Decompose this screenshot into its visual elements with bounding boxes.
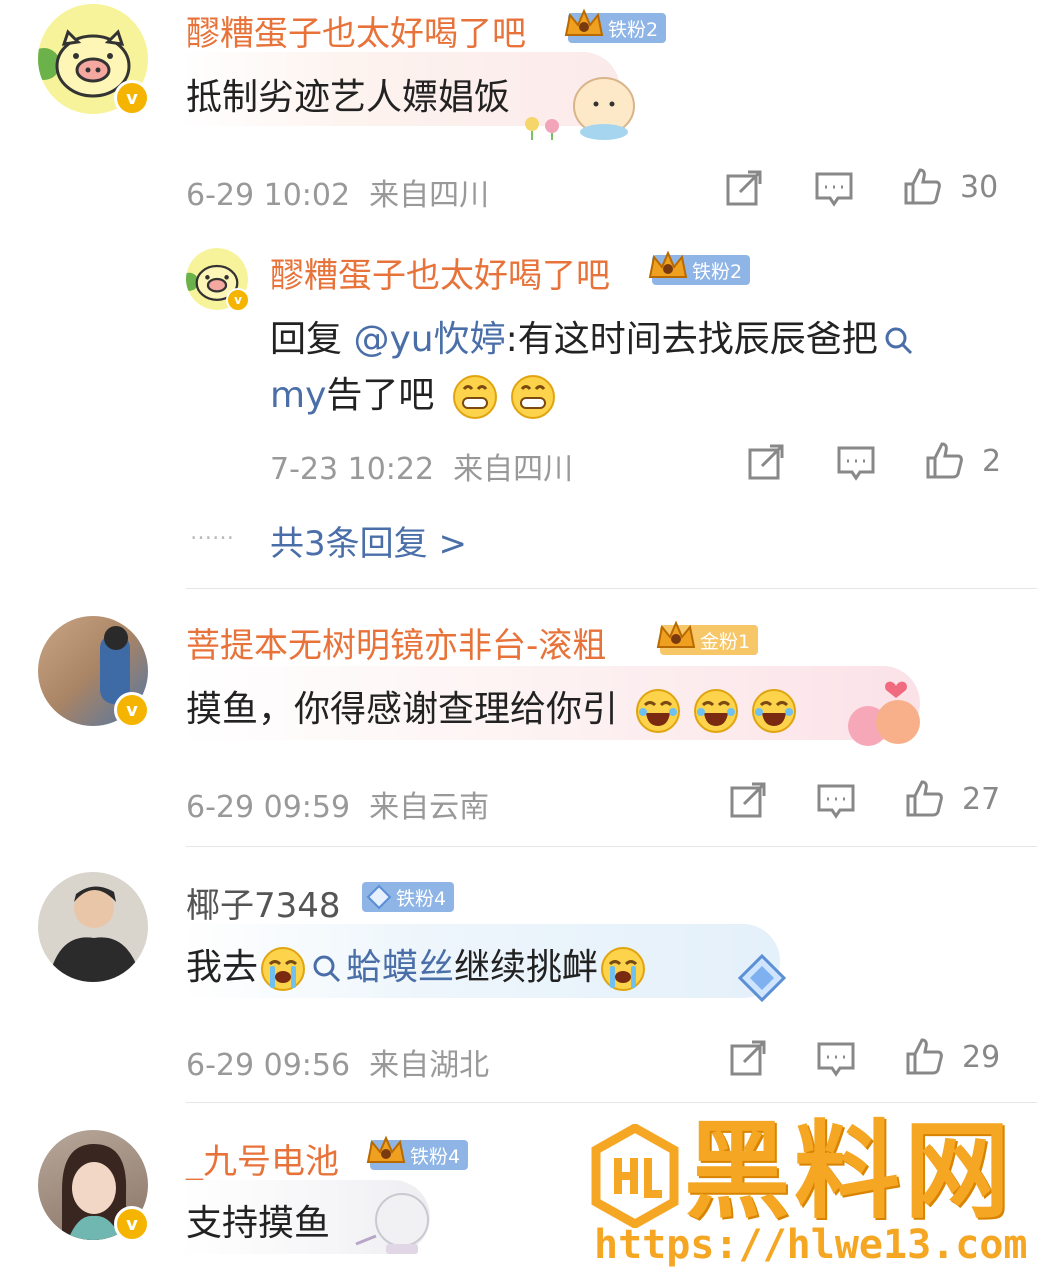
share-icon[interactable]: [728, 1038, 768, 1078]
avatar[interactable]: v: [38, 616, 150, 728]
reply-text-line1: 回复 @yu忺婷:有这时间去找辰辰爸把: [270, 310, 914, 362]
username[interactable]: 椰子7348: [186, 878, 341, 927]
like-icon[interactable]: [904, 1036, 944, 1076]
comment-time: 6-29 10:02 来自四川: [186, 178, 490, 213]
watermark-logo-icon: [591, 1124, 679, 1228]
more-replies-link[interactable]: 共3条回复 >: [270, 516, 467, 565]
crown-icon: [366, 1135, 406, 1163]
like-icon[interactable]: [904, 778, 944, 818]
fan-badge-label: 铁粉2: [608, 18, 659, 41]
username[interactable]: 菩提本无树明镜亦非台-滚粗: [186, 618, 606, 667]
avatar[interactable]: [38, 872, 148, 982]
share-icon[interactable]: [746, 442, 786, 482]
mention-link[interactable]: @yu忺婷: [353, 319, 505, 360]
grin-emoji-icon: [510, 375, 555, 419]
cat-sticker-icon: [525, 77, 635, 140]
fan-badge-label: 铁粉4: [396, 887, 447, 910]
comment-text: 抵制劣迹艺人嫖娼饭: [186, 77, 511, 118]
fan-badge[interactable]: 金粉1: [656, 620, 759, 655]
comment-text: 摸鱼，你得感谢查理给你引: [186, 680, 803, 734]
crystal-ball-sticker-icon: [355, 1193, 429, 1254]
reply-time: 7-23 10:22 来自四川: [270, 452, 574, 487]
diamond-icon: [366, 884, 392, 910]
comment-icon[interactable]: [836, 442, 876, 482]
comment-text: 我去 蛤蟆丝继续挑衅: [186, 938, 648, 992]
reply-avatar[interactable]: v: [186, 248, 250, 312]
verified-icon: v: [114, 692, 150, 728]
fan-badge-label: 铁粉2: [692, 260, 743, 283]
search-icon[interactable]: [884, 326, 914, 356]
fan-badge-label: 金粉1: [700, 630, 751, 653]
like-icon[interactable]: [924, 440, 964, 480]
verified-icon: v: [226, 288, 250, 312]
crown-icon: [648, 250, 688, 278]
crying-emoji-icon: [601, 947, 646, 991]
fan-badge[interactable]: 铁粉2: [564, 8, 667, 43]
laugh-cry-emoji-icon: [694, 689, 739, 733]
couple-sticker-icon: [848, 681, 920, 746]
comment-time: 6-29 09:59 来自云南: [186, 790, 490, 825]
grin-emoji-icon: [452, 375, 497, 419]
crown-icon: [656, 620, 696, 648]
like-count: 27: [962, 782, 1001, 817]
comment-icon[interactable]: [814, 168, 854, 208]
reply-text-line2: my告了吧: [270, 366, 562, 420]
comment-time: 6-29 09:56 来自湖北: [186, 1048, 490, 1083]
username[interactable]: 醪糟蛋子也太好喝了吧: [186, 6, 526, 55]
avatar[interactable]: v: [38, 1130, 150, 1242]
comment-icon[interactable]: [816, 1038, 856, 1078]
fan-badge[interactable]: 铁粉2: [648, 250, 751, 285]
laugh-cry-emoji-icon: [636, 689, 681, 733]
comment-text: 支持摸鱼: [186, 1203, 331, 1244]
search-link[interactable]: my: [270, 375, 326, 416]
fan-badge-label: 铁粉4: [410, 1145, 461, 1168]
reply-username[interactable]: 醪糟蛋子也太好喝了吧: [270, 248, 610, 297]
verified-icon: v: [114, 1206, 150, 1242]
more-dots: ……: [190, 520, 234, 545]
search-link[interactable]: 蛤蟆丝: [346, 947, 454, 988]
fan-badge[interactable]: 铁粉4: [366, 1135, 469, 1170]
like-count: 30: [960, 170, 999, 205]
like-count: 2: [982, 444, 1002, 479]
comment-icon[interactable]: [816, 780, 856, 820]
share-icon[interactable]: [728, 780, 768, 820]
diamond-sticker-icon: [737, 953, 787, 1003]
watermark-url: https://hlwe13.com: [594, 1222, 1028, 1268]
crown-icon: [564, 8, 604, 36]
username[interactable]: _九号电池: [186, 1134, 339, 1183]
verified-icon: v: [114, 80, 150, 116]
fan-badge[interactable]: 铁粉4: [362, 882, 455, 912]
share-icon[interactable]: [724, 168, 764, 208]
like-icon[interactable]: [902, 166, 942, 206]
divider: [186, 588, 1037, 589]
avatar[interactable]: v: [38, 4, 150, 116]
divider: [186, 1102, 1037, 1103]
search-icon[interactable]: [312, 954, 342, 984]
divider: [186, 846, 1037, 847]
watermark-title: 黑料网: [684, 1110, 1014, 1233]
like-count: 29: [962, 1040, 1001, 1075]
crying-emoji-icon: [261, 947, 306, 991]
laugh-cry-emoji-icon: [752, 689, 797, 733]
